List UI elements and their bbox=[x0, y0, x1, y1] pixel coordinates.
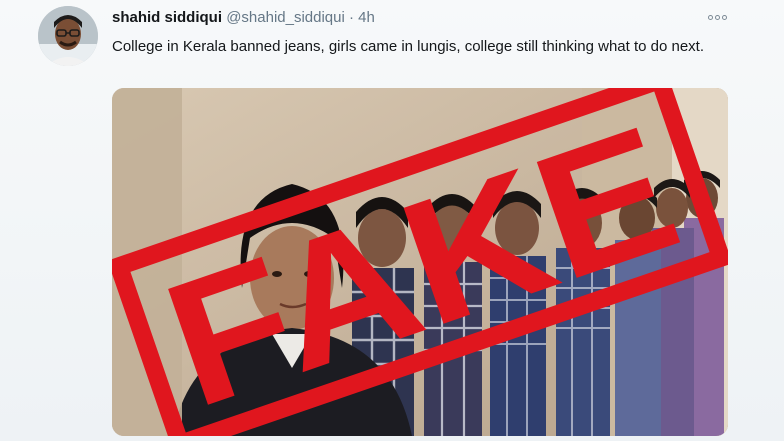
user-handle[interactable]: @shahid_siddiqui bbox=[226, 9, 345, 26]
more-options-icon[interactable] bbox=[706, 10, 728, 24]
timestamp[interactable]: 4h bbox=[358, 9, 375, 26]
photo-illustration bbox=[112, 88, 728, 436]
tweet-card[interactable]: shahid siddiqui @shahid_siddiqui · 4h Co… bbox=[0, 0, 784, 441]
more-dot bbox=[707, 14, 713, 20]
tweet-text: College in Kerala banned jeans, girls ca… bbox=[112, 38, 705, 55]
more-dot bbox=[721, 14, 727, 20]
tweet-header: shahid siddiqui @shahid_siddiqui · 4h bbox=[112, 8, 375, 28]
avatar[interactable] bbox=[38, 6, 98, 66]
more-dot bbox=[714, 14, 720, 20]
tweet-photo[interactable] bbox=[112, 88, 728, 436]
avatar-image bbox=[38, 6, 98, 66]
header-separator: · bbox=[349, 9, 354, 26]
display-name[interactable]: shahid siddiqui bbox=[112, 9, 222, 26]
